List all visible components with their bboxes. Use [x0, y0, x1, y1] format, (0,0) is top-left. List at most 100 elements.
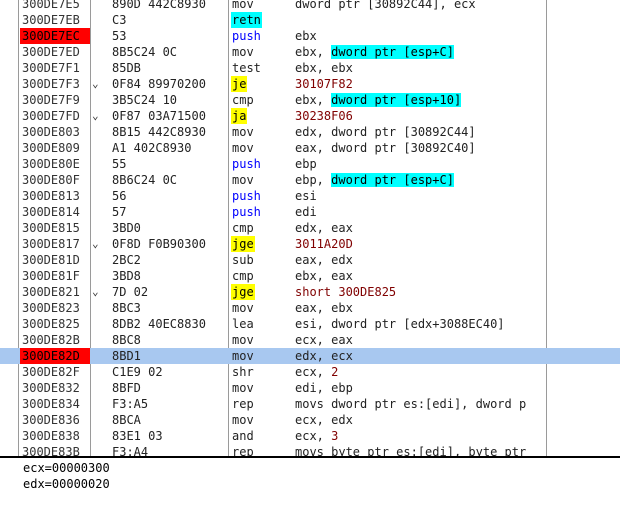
address-cell[interactable]: 300DE821	[22, 284, 90, 300]
disasm-row[interactable]: 300DE80E 55 push ebp	[0, 156, 620, 172]
disasm-row[interactable]: 300DE83B F3:A4 rep movs byte ptr es:[edi], …	[0, 444, 620, 456]
disasm-row[interactable]: 300DE81F 3BD8 cmp ebx, eax	[0, 268, 620, 284]
address-cell[interactable]: 300DE838	[22, 428, 90, 444]
disasm-row[interactable]: 300DE809 A1 402C8930 mov eax, dword ptr [30…	[0, 140, 620, 156]
disasm-row[interactable]: 300DE7F9 3B5C24 10 cmp ebx, dword ptr [esp+…	[0, 92, 620, 108]
mnemonic-jmp: ja	[231, 108, 248, 124]
disasm-row[interactable]: 300DE825 8DB2 40EC8830 lea esi, dword ptr […	[0, 316, 620, 332]
address-cell[interactable]: 300DE81F	[22, 268, 90, 284]
address-cell[interactable]: 300DE803	[22, 124, 90, 140]
address-cell[interactable]: 300DE7FD	[22, 108, 90, 124]
disassembly-pane[interactable]: 300DE7E5 890D 442C8930 mov dword ptr [30892…	[0, 0, 620, 456]
hex-bytes-cell: 8B15 442C8930	[112, 125, 206, 139]
address-cell[interactable]: 300DE823	[22, 300, 90, 316]
operands-cell: edx, dword ptr [30892C44]	[295, 124, 476, 140]
mnemonic-normal: cmp	[232, 221, 254, 235]
disasm-row[interactable]: 300DE838 83E1 03 and ecx, 3	[0, 428, 620, 444]
info-line-ecx: ecx=00000300	[23, 461, 110, 475]
address-cell[interactable]: 300DE82F	[22, 364, 90, 380]
disasm-row[interactable]: 300DE7F1 85DB test ebx, ebx	[0, 60, 620, 76]
disasm-row[interactable]: 300DE836 8BCA mov ecx, edx	[0, 412, 620, 428]
hex-bytes-cell: 7D 02	[112, 285, 149, 299]
mnemonic-normal: mov	[232, 141, 254, 155]
disasm-row[interactable]: 300DE7E5 890D 442C8930 mov dword ptr [30892…	[0, 0, 620, 12]
disasm-row[interactable]: 300DE82B 8BC8 mov ecx, eax	[0, 332, 620, 348]
operand-text: eax, edx	[295, 253, 353, 267]
disasm-row[interactable]: 300DE7FD ⌄ 0F87 03A71500 ja 30238F06	[0, 108, 620, 124]
mnemonic-normal: rep	[232, 445, 254, 456]
hex-bytes-cell: 0F84 89970200	[112, 77, 206, 91]
disasm-row[interactable]: 300DE821 ⌄ 7D 02 jge short 300DE825	[0, 284, 620, 300]
address-cell[interactable]: 300DE7ED	[22, 44, 90, 60]
operands-cell: ebx, ebx	[295, 60, 353, 76]
jump-target[interactable]: 30238F06	[295, 109, 353, 123]
disasm-row[interactable]: 300DE7F3 ⌄ 0F84 89970200 je 30107F82	[0, 76, 620, 92]
jump-target[interactable]: short 300DE825	[295, 285, 396, 299]
address-cell[interactable]: 300DE836	[22, 412, 90, 428]
operand-text: edx, ecx	[295, 349, 353, 363]
disasm-row[interactable]: 300DE80F 8B6C24 0C mov ebp, dword ptr [esp+…	[0, 172, 620, 188]
address-cell[interactable]: 300DE815	[22, 220, 90, 236]
mnemonic-normal: sub	[232, 253, 254, 267]
disasm-row[interactable]: 300DE813 56 push esi	[0, 188, 620, 204]
operands-cell: edi	[295, 204, 317, 220]
hex-bytes-cell: 8BFD	[112, 381, 141, 395]
address-cell[interactable]: 300DE832	[22, 380, 90, 396]
operands-cell: ecx, 3	[295, 428, 338, 444]
disasm-row[interactable]: 300DE7ED 8B5C24 0C mov ebx, dword ptr [esp+…	[0, 44, 620, 60]
disasm-row[interactable]: 300DE814 57 push edi	[0, 204, 620, 220]
hex-bytes-cell: 0F8D F0B90300	[112, 237, 206, 251]
disasm-row[interactable]: 300DE7EB C3 retn	[0, 12, 620, 28]
address-cell[interactable]: 300DE82B	[22, 332, 90, 348]
breakpoint-address[interactable]: 300DE7EC	[20, 28, 90, 44]
operands-cell: 3011A20D	[295, 236, 353, 252]
hex-bytes-cell: 3B5C24 10	[112, 93, 178, 107]
operand-text: ebp,	[295, 173, 332, 187]
address-cell[interactable]: 300DE809	[22, 140, 90, 156]
address-cell[interactable]: 300DE813	[22, 188, 90, 204]
mnemonic-normal: mov	[232, 125, 254, 139]
disasm-row[interactable]: 300DE834 F3:A5 rep movs dword ptr es:[edi],…	[0, 396, 620, 412]
operands-cell: ebp	[295, 156, 317, 172]
operands-cell: ecx, 2	[295, 364, 338, 380]
address-cell[interactable]: 300DE83B	[22, 444, 90, 456]
address-cell[interactable]: 300DE80F	[22, 172, 90, 188]
address-cell[interactable]: 300DE7E5	[22, 0, 90, 12]
disasm-row[interactable]: 300DE817 ⌄ 0F8D F0B90300 jge 3011A20D	[0, 236, 620, 252]
address-cell[interactable]: 300DE817	[22, 236, 90, 252]
address-cell[interactable]: 300DE80E	[22, 156, 90, 172]
address-cell[interactable]: 300DE814	[22, 204, 90, 220]
operands-cell: 30107F82	[295, 76, 353, 92]
operand-text: esi	[295, 189, 317, 203]
disasm-row[interactable]: 300DE7EC 53 push ebx	[0, 28, 620, 44]
address-cell[interactable]: 300DE825	[22, 316, 90, 332]
disasm-row[interactable]: 300DE81D 2BC2 sub eax, edx	[0, 252, 620, 268]
disasm-row[interactable]: 300DE815 3BD0 cmp edx, eax	[0, 220, 620, 236]
address-cell[interactable]: 300DE7F3	[22, 76, 90, 92]
operands-cell: ecx, edx	[295, 412, 353, 428]
address-cell[interactable]: 300DE834	[22, 396, 90, 412]
hex-bytes-cell: 8DB2 40EC8830	[112, 317, 206, 331]
address-cell[interactable]: 300DE7F1	[22, 60, 90, 76]
mnemonic-normal: cmp	[232, 269, 254, 283]
address-cell[interactable]: 300DE7EB	[22, 12, 90, 28]
address-cell[interactable]: 300DE81D	[22, 252, 90, 268]
immediate-operand: 2	[331, 365, 339, 379]
disasm-row[interactable]: 300DE823 8BC3 mov eax, ebx	[0, 300, 620, 316]
operands-cell: ebp, dword ptr [esp+C]	[295, 172, 454, 188]
operands-cell: ebx, dword ptr [esp+C]	[295, 44, 454, 60]
breakpoint-address[interactable]: 300DE82D	[20, 348, 90, 364]
jump-target[interactable]: 3011A20D	[295, 237, 353, 251]
disasm-row[interactable]: 300DE803 8B15 442C8930 mov edx, dword ptr […	[0, 124, 620, 140]
disasm-row[interactable]: 300DE832 8BFD mov edi, ebp	[0, 380, 620, 396]
mnemonic-normal: mov	[232, 173, 254, 187]
operand-text: edi	[295, 205, 317, 219]
jump-target[interactable]: 30107F82	[295, 77, 353, 91]
hex-bytes-cell: 0F87 03A71500	[112, 109, 206, 123]
mnemonic-normal: mov	[232, 0, 254, 11]
disasm-row[interactable]: 300DE82D 8BD1 mov edx, ecx	[0, 348, 620, 364]
address-cell[interactable]: 300DE7F9	[22, 92, 90, 108]
jump-arrow-icon: ⌄	[92, 109, 99, 122]
disasm-row[interactable]: 300DE82F C1E9 02 shr ecx, 2	[0, 364, 620, 380]
operand-text: ebx, eax	[295, 269, 353, 283]
